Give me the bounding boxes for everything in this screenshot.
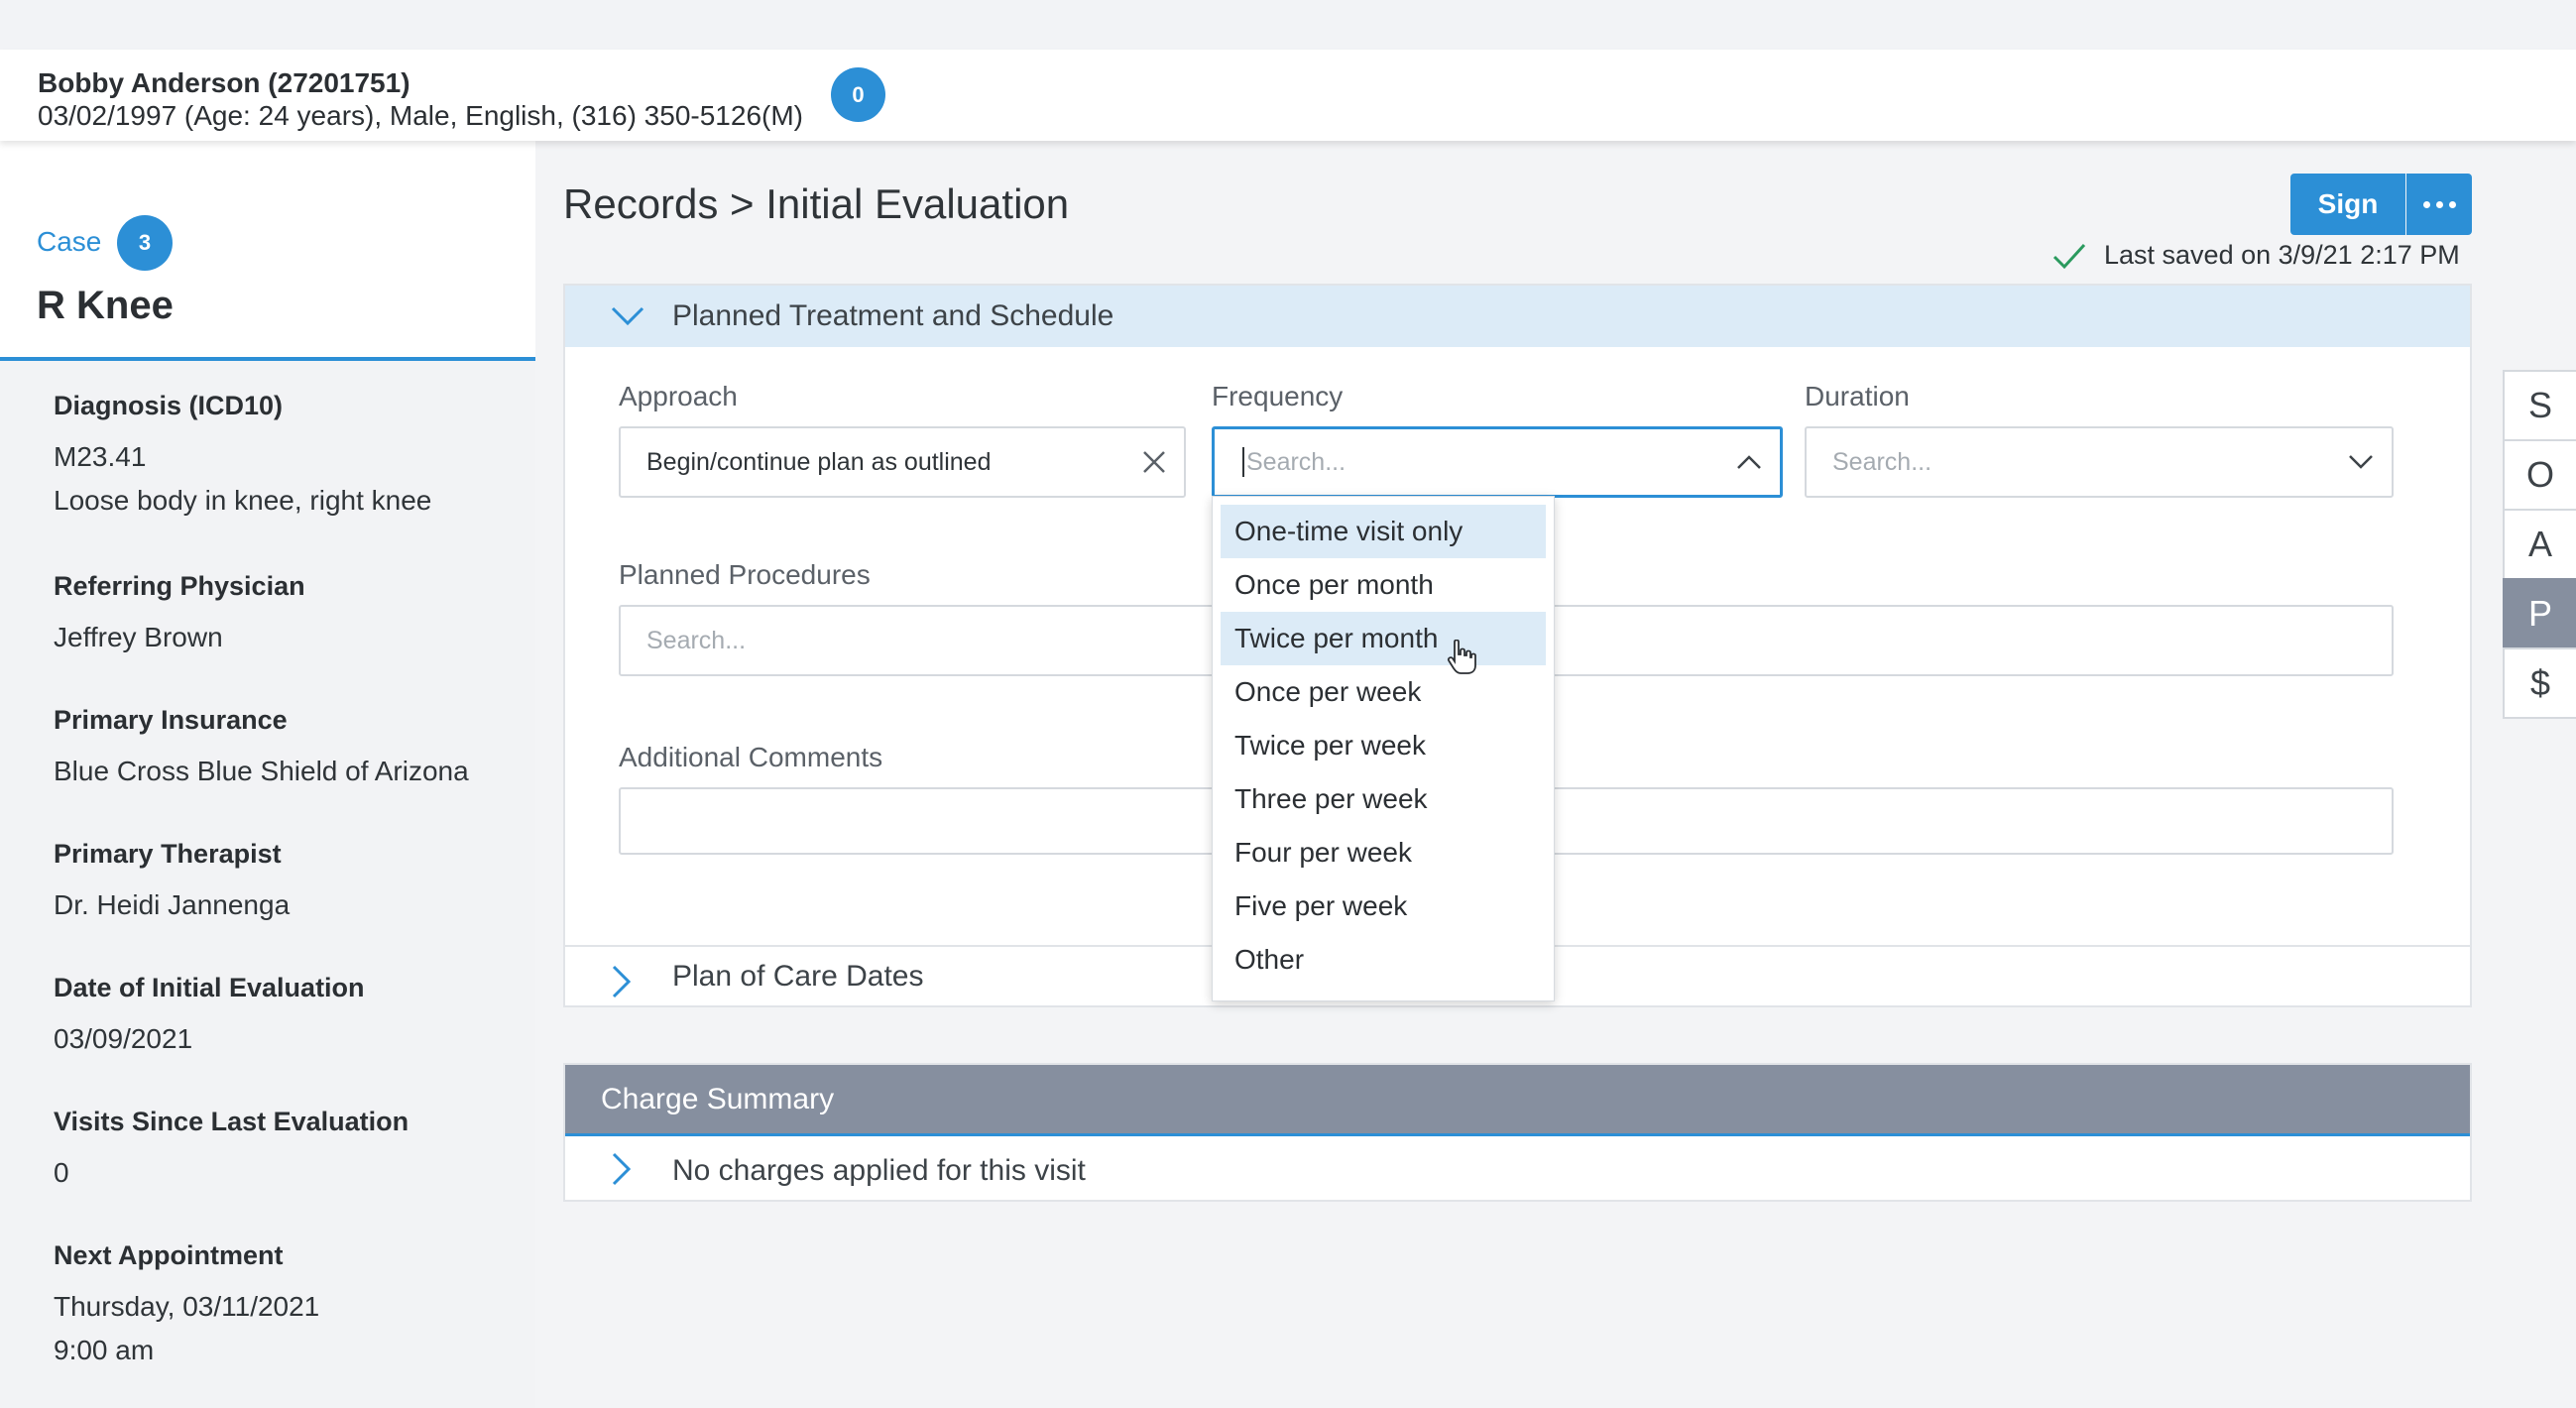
main-content: Records > Initial Evaluation Sign Last s… [535,141,2576,1408]
duration-select[interactable]: Search... [1805,426,2394,498]
planned-procedures-placeholder: Search... [646,626,747,654]
top-strip [0,0,2576,50]
frequency-search-input[interactable]: Search... [1212,426,1783,498]
sidebar-value: Jeffrey Brown [54,622,223,652]
charge-summary-card: Charge Summary No charges applied for th… [563,1063,2472,1202]
sidebar-value: 9:00 am [54,1335,155,1365]
more-options-button[interactable] [2406,174,2472,235]
additional-comments-label: Additional Comments [619,742,883,772]
sidebar-value: M23.41 [54,441,147,472]
sidebar-section-referring-physician: Referring Physician Jeffrey Brown [54,571,305,659]
tab-plan[interactable]: P [2503,578,2576,649]
plan-of-care-dates-title: Plan of Care Dates [672,960,924,993]
patient-details: 03/02/1997 (Age: 24 years), Male, Englis… [38,100,803,131]
frequency-option[interactable]: Once per month [1221,558,1546,612]
charge-summary-header: Charge Summary [565,1065,2470,1136]
tab-objective[interactable]: O [2503,439,2576,511]
duration-label: Duration [1805,381,1910,411]
planned-treatment-title: Planned Treatment and Schedule [672,299,1114,332]
charge-summary-title: Charge Summary [601,1083,835,1115]
case-link[interactable]: Case [37,226,101,258]
sidebar-section-visits-since-evaluation: Visits Since Last Evaluation 0 [54,1107,409,1195]
chevron-up-icon[interactable] [1736,454,1762,470]
breadcrumb: Records > Initial Evaluation [563,180,1070,227]
sidebar-section-primary-therapist: Primary Therapist Dr. Heidi Jannenga [54,839,290,927]
case-header: Case 3 R Knee [0,141,535,361]
more-dot-icon [2448,200,2456,208]
duration-placeholder: Search... [1832,447,1932,476]
frequency-option[interactable]: Other [1221,933,1546,987]
patient-name[interactable]: Bobby Anderson (27201751) [38,67,410,99]
planned-treatment-header[interactable]: Planned Treatment and Schedule [565,286,2470,347]
sidebar-value: Thursday, 03/11/2021 [54,1291,320,1322]
last-saved-status: Last saved on 3/9/21 2:17 PM [2052,240,2460,271]
approach-field[interactable]: Begin/continue plan as outlined [619,426,1186,498]
case-sidebar: Case 3 R Knee Diagnosis (ICD10) M23.41 L… [0,141,535,1408]
text-caret [1242,447,1244,477]
soap-tabs: S O A P $ [2503,370,2576,719]
frequency-option[interactable]: Four per week [1221,826,1546,880]
sidebar-value: 0 [54,1157,69,1188]
frequency-option[interactable]: Five per week [1221,880,1546,933]
sidebar-heading: Diagnosis (ICD10) [54,391,284,420]
sidebar-heading: Next Appointment [54,1240,284,1270]
hand-cursor-icon [1447,640,1476,674]
patient-header: Bobby Anderson (27201751) 03/02/1997 (Ag… [0,50,2576,141]
planned-procedures-label: Planned Procedures [619,559,871,590]
chevron-down-icon [611,306,644,326]
frequency-label: Frequency [1212,381,1344,411]
clear-icon[interactable] [1142,450,1166,474]
checkmark-icon [2052,243,2086,269]
sidebar-section-next-appointment: Next Appointment Thursday, 03/11/2021 9:… [54,1240,319,1372]
frequency-option[interactable]: Three per week [1221,772,1546,826]
approach-label: Approach [619,381,738,411]
more-dot-icon [2422,200,2430,208]
tab-billing[interactable]: $ [2503,647,2576,719]
sidebar-heading: Date of Initial Evaluation [54,973,365,1002]
sidebar-value: Dr. Heidi Jannenga [54,889,291,920]
case-count-badge[interactable]: 3 [117,215,173,271]
tab-subjective[interactable]: S [2503,370,2576,441]
case-title: R Knee [37,284,174,327]
frequency-option[interactable]: Twice per week [1221,719,1546,772]
frequency-option[interactable]: Once per week [1221,665,1546,719]
sidebar-section-diagnosis: Diagnosis (ICD10) M23.41 Loose body in k… [54,391,431,523]
sidebar-value: Loose body in knee, right knee [54,485,432,516]
chevron-right-icon[interactable] [611,1152,633,1186]
approach-value: Begin/continue plan as outlined [646,447,992,476]
tab-assessment[interactable]: A [2503,509,2576,580]
chevron-right-icon [612,965,632,998]
last-saved-text: Last saved on 3/9/21 2:17 PM [2104,240,2460,270]
frequency-dropdown-menu: One-time visit only Once per month Twice… [1212,496,1555,1001]
sidebar-section-initial-evaluation-date: Date of Initial Evaluation 03/09/2021 [54,973,365,1061]
sign-button[interactable]: Sign [2290,174,2405,235]
frequency-placeholder: Search... [1246,447,1347,476]
no-charges-text: No charges applied for this visit [672,1154,1086,1187]
more-dot-icon [2435,200,2443,208]
sidebar-heading: Primary Insurance [54,705,288,735]
frequency-option[interactable]: Twice per month [1221,612,1546,665]
sidebar-value: Blue Cross Blue Shield of Arizona [54,756,469,786]
sidebar-section-primary-insurance: Primary Insurance Blue Cross Blue Shield… [54,705,469,793]
notification-badge[interactable]: 0 [831,67,885,122]
sidebar-heading: Visits Since Last Evaluation [54,1107,410,1136]
chevron-down-icon[interactable] [2348,454,2374,470]
sidebar-heading: Referring Physician [54,571,305,601]
sidebar-heading: Primary Therapist [54,839,282,869]
frequency-option[interactable]: One-time visit only [1221,505,1546,558]
sidebar-value: 03/09/2021 [54,1023,193,1054]
